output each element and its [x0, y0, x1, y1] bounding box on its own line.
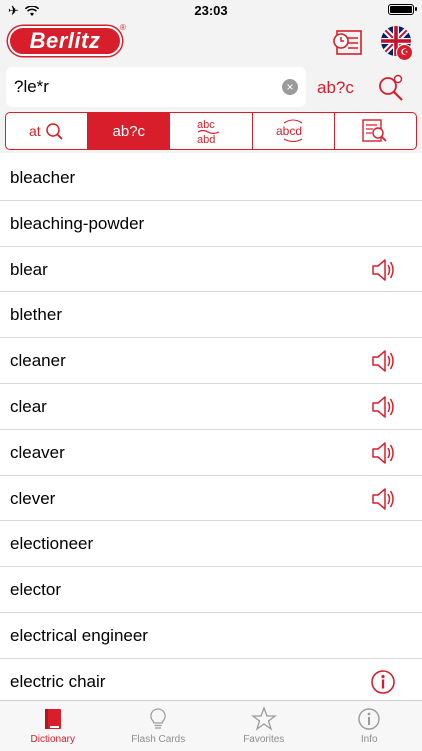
list-item-word: blear — [10, 247, 48, 292]
tab-info[interactable]: Info — [317, 701, 422, 751]
list-item[interactable]: electioneer — [0, 521, 422, 567]
status-time: 23:03 — [0, 3, 422, 18]
list-item-word: cleaner — [10, 338, 66, 383]
tab-flash-cards[interactable]: Flash Cards — [106, 701, 212, 751]
search-field-container: × — [6, 67, 306, 107]
history-icon[interactable] — [333, 28, 367, 58]
list-item[interactable]: elector — [0, 567, 422, 613]
svg-text:at: at — [29, 123, 41, 139]
segment-wildcard-label: ab?c — [113, 123, 146, 140]
list-item-word: clever — [10, 476, 55, 521]
speaker-icon[interactable] — [370, 348, 396, 374]
clear-icon[interactable]: × — [282, 79, 298, 95]
svg-text:abcd: abcd — [276, 124, 302, 138]
list-item[interactable]: electric chair — [0, 659, 422, 705]
search-settings-icon[interactable] — [376, 72, 406, 102]
segment-anagram-search[interactable]: abcd — [253, 113, 335, 149]
svg-text:abd: abd — [197, 134, 215, 145]
list-item[interactable]: clever — [0, 476, 422, 522]
tab-favorites-label: Favorites — [243, 734, 284, 745]
list-item-word: electric chair — [10, 659, 105, 704]
fulltext-search-icon — [360, 118, 390, 144]
list-item[interactable]: bleacher — [0, 155, 422, 201]
list-item[interactable]: blether — [0, 292, 422, 338]
status-bar: ✈ 23:03 — [0, 0, 422, 22]
list-item[interactable]: blear — [0, 247, 422, 293]
tab-bar: Dictionary Flash Cards Favorites Info — [0, 700, 422, 751]
segment-fuzzy-search[interactable]: abc abd — [170, 113, 252, 149]
list-item-word: elector — [10, 567, 61, 612]
list-item-word: cleaver — [10, 430, 65, 475]
speaker-icon[interactable] — [370, 257, 396, 283]
tab-dictionary[interactable]: Dictionary — [0, 701, 106, 751]
star-icon — [251, 706, 277, 732]
tab-favorites[interactable]: Favorites — [211, 701, 317, 751]
list-item-word: bleaching-powder — [10, 201, 144, 246]
list-item-word: bleacher — [10, 155, 75, 200]
list-item[interactable]: electrical engineer — [0, 613, 422, 659]
speaker-icon[interactable] — [370, 440, 396, 466]
results-list: bleacherbleaching-powderblearbletherclea… — [0, 155, 422, 705]
registered-mark: ® — [120, 23, 126, 32]
turkish-flag-icon: ☪ — [396, 44, 413, 61]
book-icon — [40, 706, 66, 732]
svg-text:abc: abc — [197, 119, 215, 131]
list-item-word: clear — [10, 384, 47, 429]
list-item[interactable]: cleaver — [0, 430, 422, 476]
battery-icon — [388, 4, 414, 15]
info-icon — [356, 706, 382, 732]
tab-dictionary-label: Dictionary — [31, 734, 75, 745]
info-icon[interactable] — [370, 669, 396, 695]
anagram-search-icon: abcd — [274, 118, 312, 144]
tab-info-label: Info — [361, 734, 378, 745]
fuzzy-search-icon: abc abd — [194, 117, 228, 145]
berlitz-logo: Berlitz — [8, 26, 122, 56]
list-item-word: electioneer — [10, 521, 93, 566]
search-mode-label[interactable]: ab?c — [317, 78, 354, 98]
list-item-word: blether — [10, 292, 62, 337]
speaker-icon[interactable] — [370, 486, 396, 512]
speaker-icon[interactable] — [370, 394, 396, 420]
segment-wildcard-search[interactable]: ab?c — [88, 113, 170, 149]
word-search-icon: at — [27, 119, 67, 143]
list-item[interactable]: bleaching-powder — [0, 201, 422, 247]
segment-word-search[interactable]: at — [6, 113, 88, 149]
search-input[interactable] — [14, 67, 274, 107]
segment-fulltext-search[interactable] — [335, 113, 416, 149]
search-type-segments: at ab?c abc abd abcd — [5, 112, 417, 150]
list-item[interactable]: cleaner — [0, 338, 422, 384]
list-item[interactable]: clear — [0, 384, 422, 430]
list-item-word: electrical engineer — [10, 613, 148, 658]
lightbulb-icon — [145, 706, 171, 732]
tab-flash-cards-label: Flash Cards — [131, 734, 185, 745]
